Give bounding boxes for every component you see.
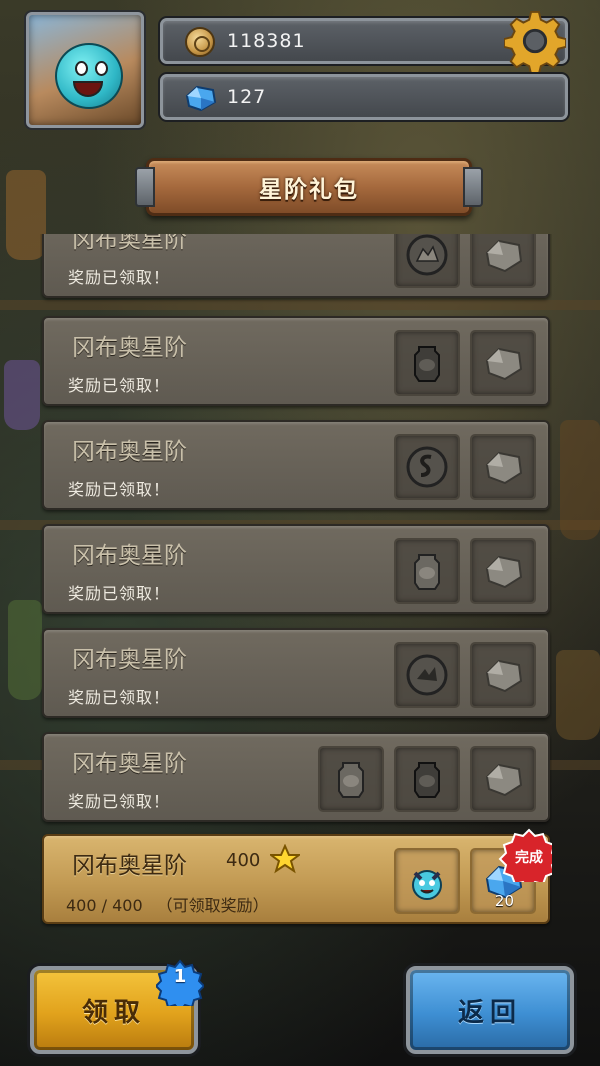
tier-title: 冈布奥星阶: [72, 853, 187, 879]
tier-row: 冈布奥星阶 奖励已领取！: [42, 732, 550, 822]
reward-slot: [470, 538, 536, 604]
reward-slot: [470, 746, 536, 812]
tier-title: 冈布奥星阶: [72, 234, 187, 253]
reward-slot: [318, 746, 384, 812]
gem-reward-qty: 20: [494, 892, 514, 910]
progress-note: （可领取奖励）: [156, 896, 269, 915]
plank-cap-right: [463, 167, 483, 207]
tier-list[interactable]: 冈布奥星阶 奖励已领取！ 冈布奥星阶 奖励已领取！ 冈布奥星阶 奖励已领取！ 冈…: [40, 234, 552, 934]
jar-icon: [414, 346, 440, 382]
reward-slot: [394, 848, 460, 914]
tier-row: 冈布奥星阶 奖励已领取！: [42, 234, 550, 298]
settings-gear-icon[interactable]: [504, 10, 566, 72]
avatar-eye: [95, 61, 108, 76]
plank-cap-left: [135, 167, 155, 207]
star-icon: [270, 844, 300, 874]
reward-slot: [394, 234, 460, 288]
beast-token-icon: [406, 234, 448, 276]
tier-row: 冈布奥星阶 奖励已领取！: [42, 420, 550, 510]
tier-progress: 400 / 400 （可领取奖励）: [66, 892, 283, 916]
jar-icon: [338, 762, 364, 798]
tier-row: 冈布奥星阶 奖励已领取！: [42, 316, 550, 406]
reward-slot: [394, 330, 460, 396]
tier-status: 奖励已领取！: [68, 480, 171, 499]
tier-status: 奖励已领取！: [68, 584, 171, 603]
reward-slot: [470, 234, 536, 288]
gem-bar: 127: [160, 74, 568, 120]
avatar-eye: [75, 61, 88, 76]
star-requirement: 400: [226, 850, 261, 871]
tier-title: 冈布奥星阶: [72, 647, 187, 673]
back-label: 返回: [457, 997, 522, 1028]
tier-status: 奖励已领取！: [68, 688, 171, 707]
gumball-character-icon: [412, 870, 442, 900]
tier-status: 奖励已领取！: [68, 376, 171, 395]
title-plank: 星阶礼包: [135, 158, 483, 216]
done-label: 完成: [515, 849, 543, 866]
tier-row: 冈布奥星阶 奖励已领取！: [42, 524, 550, 614]
gumball-face-icon: [55, 43, 123, 109]
done-stamp-icon: 完成: [498, 828, 552, 882]
gem-icon: [185, 85, 217, 112]
claim-label: 领取: [81, 997, 146, 1028]
gem-icon: [485, 659, 523, 693]
gem-icon: [485, 555, 523, 589]
tier-title: 冈布奥星阶: [72, 543, 187, 569]
tier-title: 冈布奥星阶: [72, 335, 187, 361]
gem-icon: [485, 347, 523, 381]
tier-status: 奖励已领取！: [68, 268, 171, 287]
tier-title: 冈布奥星阶: [72, 439, 187, 465]
reward-slot: [394, 746, 460, 812]
reward-slot: [470, 434, 536, 500]
reward-slot: [394, 434, 460, 500]
back-button[interactable]: 返回: [406, 966, 574, 1054]
reward-slot: [470, 642, 536, 708]
dragon-token-icon: [406, 654, 448, 696]
progress-value: 400 / 400: [66, 896, 143, 915]
gem-amount: 127: [227, 86, 267, 108]
tier-row-active[interactable]: 冈布奥星阶 400 400 / 400 （可领取奖励） 20 完成: [42, 828, 552, 924]
gem-icon: [485, 451, 523, 485]
page-title: 星阶礼包: [259, 177, 359, 203]
reward-slot: [394, 538, 460, 604]
coin-icon: [185, 27, 215, 57]
tier-status: 奖励已领取！: [68, 792, 171, 811]
player-avatar[interactable]: [26, 12, 144, 128]
gem-icon: [485, 239, 523, 273]
gem-icon: [485, 763, 523, 797]
reward-slot: [394, 642, 460, 708]
jar-icon: [414, 554, 440, 590]
reward-slot: [470, 330, 536, 396]
jar-icon: [414, 762, 440, 798]
coin-amount: 118381: [227, 30, 306, 52]
tier-title: 冈布奥星阶: [72, 751, 187, 777]
tier-row: 冈布奥星阶 奖励已领取！: [42, 628, 550, 718]
snake-token-icon: [406, 446, 448, 488]
claim-badge-count: 1: [173, 966, 187, 987]
